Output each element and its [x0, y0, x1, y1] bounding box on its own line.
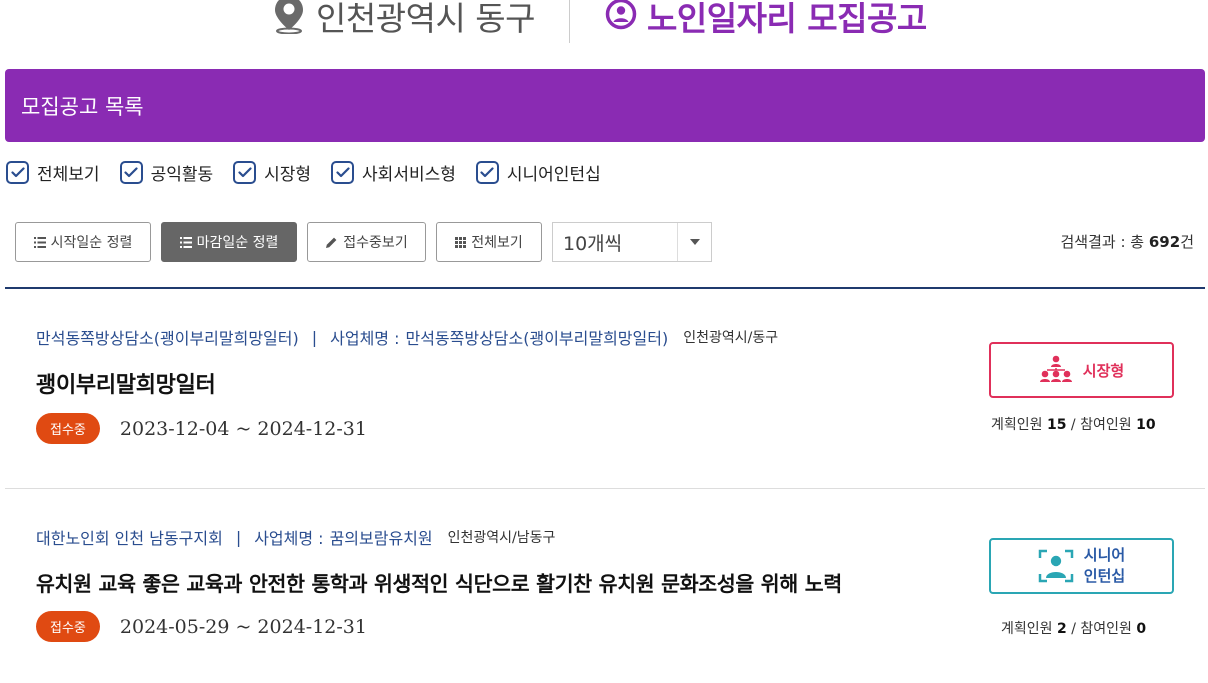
- region-name: 인천광역시 동구: [316, 0, 536, 38]
- listing-dates: 2024-05-29 ~ 2024-12-31: [119, 615, 367, 638]
- listing-company-label: 사업체명 :: [254, 529, 324, 548]
- headcount-separator: /: [1070, 417, 1076, 433]
- view-all-label: 전체보기: [471, 235, 523, 251]
- headcount: 계획인원 15 / 참여인원 10: [991, 414, 1156, 434]
- filter-market[interactable]: 시장형: [233, 160, 311, 185]
- person-frame-icon: [1038, 549, 1074, 583]
- person-circle-icon: [605, 0, 637, 34]
- filter-label: 시니어인턴십: [506, 165, 601, 185]
- list-toolbar: 시작일순 정렬 마감일순 정렬 접수중보기 전체보기 10개씩: [15, 222, 712, 262]
- participants-label: 참여인원: [1080, 621, 1132, 637]
- type-label: 시장형: [1082, 361, 1125, 380]
- participants-label: 참여인원: [1080, 417, 1132, 433]
- region-selector[interactable]: 인천광역시 동구: [272, 0, 536, 40]
- listing-location: 인천광역시/동구: [683, 330, 779, 346]
- filter-label: 전체보기: [37, 165, 100, 185]
- planned-count: 15: [1046, 417, 1067, 433]
- checkbox[interactable]: [119, 161, 143, 184]
- planned-label: 계획인원: [991, 417, 1043, 433]
- grid-icon: [455, 236, 467, 248]
- listing-company: 만석동쪽방상담소(괭이부리말희망일터): [405, 329, 669, 348]
- sort-start-label: 시작일순 정렬: [50, 235, 133, 251]
- view-all-button[interactable]: 전체보기: [436, 222, 542, 262]
- category-filters: 전체보기 공익활동 시장형 사회서비스형 시니어인턴십: [6, 160, 621, 185]
- list-banner: 모집공고 목록: [5, 69, 1205, 142]
- list-icon: [33, 236, 46, 248]
- checkbox[interactable]: [475, 161, 499, 184]
- checkbox[interactable]: [6, 161, 29, 184]
- page-title-text: 노인일자리 모집공고: [647, 0, 927, 38]
- listing-org[interactable]: 만석동쪽방상담소(괭이부리말희망일터): [36, 325, 299, 349]
- chevron-down-icon[interactable]: [677, 223, 711, 261]
- result-count-unit: 건: [1180, 233, 1194, 251]
- status-badge: 접수중: [36, 413, 100, 444]
- filter-public-activity[interactable]: 공익활동: [119, 160, 214, 185]
- result-count-total: 692: [1148, 233, 1181, 251]
- meta-separator: |: [311, 327, 318, 347]
- participants-count: 10: [1136, 417, 1156, 433]
- check-icon: [335, 167, 350, 178]
- listing-company: 꿈의보람유치원: [329, 529, 433, 548]
- participants-count: 0: [1136, 621, 1147, 637]
- page-header: 인천광역시 동구 노인일자리 모집공고: [0, 0, 1208, 50]
- view-open-label: 접수중보기: [343, 235, 408, 251]
- type-badge-market: 시장형: [989, 342, 1174, 398]
- filter-label: 공익활동: [150, 165, 214, 185]
- sort-deadline-label: 마감일순 정렬: [196, 235, 279, 251]
- filter-all[interactable]: 전체보기: [6, 160, 100, 185]
- listing-dates: 2023-12-04 ~ 2024-12-31: [119, 417, 367, 440]
- result-count: 검색결과 : 총 692건: [1061, 231, 1195, 252]
- list-icon: [179, 236, 192, 248]
- banner-title: 모집공고 목록: [21, 94, 144, 119]
- checkbox[interactable]: [331, 161, 355, 184]
- listing-org[interactable]: 대한노인회 인천 남동구지회: [36, 525, 223, 549]
- planned-count: 2: [1056, 621, 1067, 637]
- check-icon: [238, 167, 252, 178]
- filter-label: 사회서비스형: [362, 165, 456, 185]
- location-pin-icon: [272, 0, 306, 38]
- meta-separator: |: [235, 527, 242, 547]
- checkbox[interactable]: [233, 161, 257, 184]
- sort-deadline-button[interactable]: 마감일순 정렬: [161, 222, 297, 262]
- page-size-value: 10개씩: [563, 232, 623, 255]
- listing-company-label: 사업체명 :: [330, 329, 400, 348]
- view-open-button[interactable]: 접수중보기: [307, 222, 426, 262]
- page-title: 노인일자리 모집공고: [605, 0, 927, 40]
- type-badge-senior-intern: 시니어 인턴십: [989, 538, 1174, 594]
- check-icon: [10, 167, 25, 178]
- type-label: 시니어 인턴십: [1084, 545, 1125, 587]
- result-count-label: 검색결과 : 총: [1060, 233, 1145, 251]
- filter-social-service[interactable]: 사회서비스형: [331, 160, 456, 185]
- list-divider: [5, 488, 1205, 489]
- headcount-separator: /: [1071, 621, 1076, 637]
- type-label-line1: 시니어: [1083, 546, 1126, 564]
- type-label-line2: 인턴십: [1083, 567, 1126, 585]
- list-top-rule: [5, 287, 1205, 289]
- pencil-icon: [326, 237, 337, 248]
- status-badge: 접수중: [36, 611, 100, 642]
- listing-location: 인천광역시/남동구: [447, 530, 556, 546]
- check-icon: [480, 167, 494, 178]
- header-divider: [569, 0, 570, 43]
- filter-label: 시장형: [264, 165, 312, 185]
- sort-start-button[interactable]: 시작일순 정렬: [15, 222, 151, 262]
- filter-senior-intern[interactable]: 시니어인턴십: [475, 160, 601, 185]
- planned-label: 계획인원: [1001, 621, 1053, 637]
- people-network-icon: [1039, 355, 1072, 382]
- check-icon: [124, 167, 138, 178]
- page-size-select[interactable]: 10개씩: [552, 222, 712, 262]
- headcount: 계획인원 2 / 참여인원 0: [1001, 618, 1146, 638]
